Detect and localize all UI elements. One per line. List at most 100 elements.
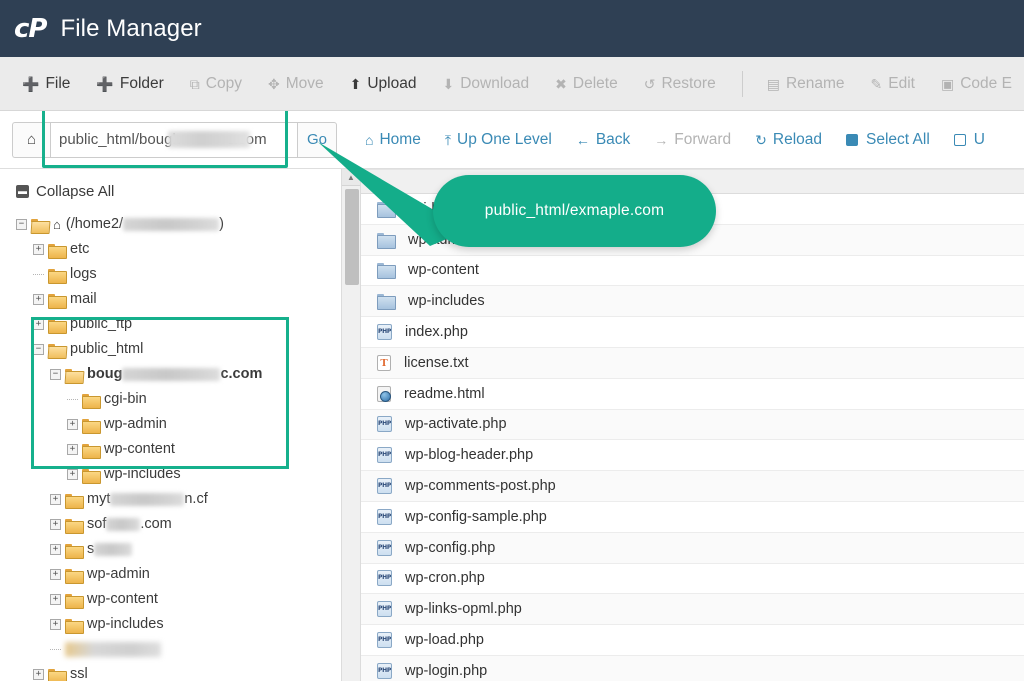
tree-node-wp-content[interactable]: + wp-content [16, 437, 341, 462]
file-list-item[interactable]: wp-comments-post.php [361, 471, 1024, 502]
file-list-item[interactable]: wp-login.php [361, 655, 1024, 681]
tree-node-wp-includes[interactable]: + wp-includes [16, 612, 341, 637]
php-file-icon [377, 601, 392, 618]
tree-node-public-ftp[interactable]: + public_ftp [16, 312, 341, 337]
folder-icon [65, 493, 84, 509]
tree-node-public-html[interactable]: − public_html [16, 337, 341, 362]
tree-node-label: logs [70, 266, 97, 283]
nav-button-back[interactable]: ← Back [576, 131, 630, 149]
tree-node-myt[interactable]: + myt n.cf [16, 487, 341, 512]
file-list-item[interactable]: wp-config.php [361, 532, 1024, 564]
checkbox-checked-icon [846, 133, 859, 146]
expand-node-icon[interactable]: + [33, 669, 44, 680]
tree-node-mail[interactable]: + mail [16, 287, 341, 312]
file-list-item[interactable]: wp-cron.php [361, 564, 1024, 595]
tree-node-cgi-bin[interactable]: cgi-bin [16, 387, 341, 412]
expand-node-icon[interactable]: + [50, 519, 61, 530]
file-list-item[interactable]: license.txt [361, 347, 1024, 379]
folder-icon [65, 543, 84, 559]
nav-button-up-one-level[interactable]: ⤒ Up One Level [445, 131, 552, 149]
scrollbar-thumb[interactable] [345, 189, 359, 285]
collapse-node-icon[interactable]: − [50, 369, 61, 380]
collapse-node-icon[interactable]: − [16, 219, 27, 230]
expand-node-icon[interactable]: + [67, 469, 78, 480]
toolbar-button-file[interactable]: ➕ File [22, 75, 70, 93]
tree-node-s[interactable]: + s [16, 537, 341, 562]
home-icon: ⌂ [53, 217, 61, 232]
collapse-node-icon[interactable]: − [33, 344, 44, 355]
file-list-item[interactable]: wp-config-sample.php [361, 502, 1024, 533]
file-list-item[interactable]: wp-links-opml.php [361, 594, 1024, 626]
expand-node-icon[interactable]: + [67, 444, 78, 455]
nav-button-u[interactable]: U [953, 131, 985, 149]
plus-icon: ➕ [96, 75, 114, 92]
file-name: wp-cron.php [405, 570, 485, 587]
file-list-item[interactable]: wp-load.php [361, 625, 1024, 656]
file-name: wp-config.php [405, 539, 496, 556]
expand-node-icon[interactable]: + [33, 294, 44, 305]
tree-node-label: cgi-bin [104, 391, 147, 408]
expand-node-icon[interactable]: + [50, 569, 61, 580]
path-home-button[interactable]: ⌂ [12, 121, 50, 158]
tree-node-suffix: ) [219, 216, 224, 233]
file-list-item[interactable]: readme.html [361, 379, 1024, 410]
expand-node-icon[interactable]: + [50, 594, 61, 605]
scroll-up-arrow-icon[interactable]: ▲ [342, 169, 360, 186]
nav-button-label: Forward [674, 130, 732, 148]
file-name: wp-login.php [405, 662, 488, 679]
panel-scrollbar[interactable]: ▲ [341, 169, 361, 681]
file-list-item[interactable]: wp-includes [361, 286, 1024, 318]
php-file-icon [377, 632, 392, 649]
file-list-item[interactable]: index.php [361, 317, 1024, 348]
nav-button-home[interactable]: ⌂ Home [365, 131, 421, 149]
tree-node-wp-includes[interactable]: + wp-includes [16, 462, 341, 487]
php-file-icon [377, 508, 392, 525]
file-name: wp-comments-post.php [405, 478, 556, 495]
tree-node-boug[interactable]: − boug c.com [16, 362, 341, 387]
tree-node-label: s [87, 541, 95, 558]
tree-node-suffix: .com [140, 516, 172, 533]
page-title: File Manager [60, 14, 202, 42]
expand-node-icon[interactable]: + [67, 419, 78, 430]
toolbar-button-label: Copy [205, 74, 242, 92]
text-file-icon [377, 354, 391, 371]
expand-node-icon[interactable]: + [50, 619, 61, 630]
path-input[interactable] [50, 121, 298, 158]
toolbar-button-upload[interactable]: ⬆ Upload [350, 75, 417, 93]
pencil-icon: ✎ [870, 75, 883, 92]
toolbar-button-folder[interactable]: ➕ Folder [96, 75, 163, 93]
path-go-button[interactable]: Go [298, 121, 338, 158]
tree-node-label: wp-content [104, 441, 175, 458]
nav-button-reload[interactable]: ↻ Reload [755, 131, 822, 149]
tree-node-etc[interactable]: + etc [16, 237, 341, 262]
tree-node-suffix: n.cf [184, 491, 208, 508]
toolbar-button-download: ⬇ Download [442, 75, 529, 93]
toolbar-button-label: Folder [119, 74, 164, 92]
redacted-tree-node [65, 642, 161, 657]
expand-node-icon[interactable]: + [33, 319, 44, 330]
tree-node-wp-admin[interactable]: + wp-admin [16, 412, 341, 437]
file-name: wp-blog-header.php [405, 447, 534, 464]
file-list-item[interactable]: wp-content [361, 256, 1024, 287]
tree-node-wp-content[interactable]: + wp-content [16, 587, 341, 612]
restore-icon: ↺ [643, 75, 656, 92]
tree-node-ssl[interactable]: + ssl [16, 662, 341, 681]
collapse-all-button[interactable]: ▬ Collapse All [16, 183, 341, 200]
tree-node-home2[interactable]: − ⌂ (/home2/) [16, 212, 341, 237]
expand-node-icon[interactable]: + [33, 244, 44, 255]
nav-button-label: Up One Level [457, 130, 552, 148]
download-icon: ⬇ [442, 75, 455, 92]
tree-node-sof[interactable]: + sof .com [16, 512, 341, 537]
tree-node-logs[interactable]: logs [16, 262, 341, 287]
php-file-icon [377, 416, 392, 433]
arrow-left-icon: ← [575, 131, 590, 148]
expand-node-icon[interactable]: + [50, 494, 61, 505]
tree-node-wp-admin[interactable]: + wp-admin [16, 562, 341, 587]
expand-node-icon[interactable]: + [50, 544, 61, 555]
tree-node-redacted[interactable] [16, 637, 341, 662]
nav-button-select-all[interactable]: Select All [846, 131, 930, 149]
file-name: wp-includes [408, 293, 485, 310]
file-list-item[interactable]: wp-blog-header.php [361, 440, 1024, 472]
toolbar-button-label: Rename [785, 74, 845, 92]
file-list-item[interactable]: wp-activate.php [361, 409, 1024, 441]
